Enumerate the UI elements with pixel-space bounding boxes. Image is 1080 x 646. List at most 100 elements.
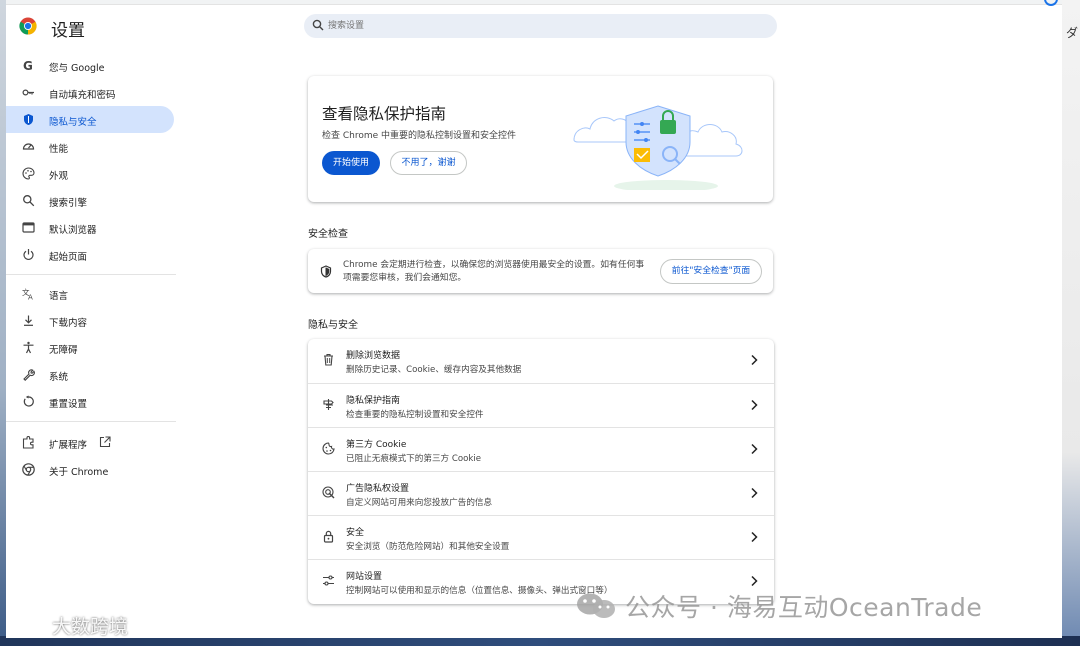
sidebar-item-label: 无障碍 [49, 345, 78, 356]
lock-icon [323, 530, 334, 543]
google-g-icon: G [23, 59, 33, 72]
sidebar-item-label: 隐私与安全 [49, 117, 97, 128]
row-subtitle: 删除历史记录、Cookie、缓存内容及其他数据 [346, 365, 522, 375]
row-title: 广告隐私权设置 [346, 484, 410, 494]
sidebar-item-you-and-google[interactable]: G 您与 Google [6, 52, 174, 79]
row-title: 隐私保护指南 [346, 396, 401, 406]
safety-check-description: Chrome 会定期进行检查，以确保您的浏览器使用最安全的设置。如有任何事项需要… [343, 260, 645, 283]
sidebar-item-label: 起始页面 [49, 252, 88, 263]
sidebar-item-autofill[interactable]: 自动填充和密码 [6, 79, 174, 106]
row-subtitle: 检查重要的隐私控制设置和安全控件 [346, 410, 484, 420]
sidebar-item-on-startup[interactable]: 起始页面 [6, 241, 174, 268]
profile-corner-icon[interactable] [1044, 0, 1058, 6]
sidebar-item-system[interactable]: 系统 [6, 361, 174, 388]
search-box[interactable] [304, 14, 777, 38]
palette-icon [22, 167, 35, 180]
external-link-icon [99, 436, 111, 448]
start-button[interactable]: 开始使用 [322, 151, 380, 175]
sidebar-item-label: 扩展程序 [49, 440, 88, 451]
privacy-security-card: 删除浏览数据 删除历史记录、Cookie、缓存内容及其他数据 隐私保护指南 检查… [308, 339, 774, 604]
chevron-right-icon [751, 443, 758, 455]
row-subtitle: 控制网站可以使用和显示的信息（位置信息、摄像头、弹出式窗口等） [346, 586, 613, 596]
wechat-icon [577, 593, 615, 618]
page-title: 设置 [51, 21, 85, 41]
sidebar-item-label: 重置设置 [49, 399, 88, 410]
chevron-right-icon [751, 399, 758, 411]
shield-check-icon [320, 265, 332, 278]
reset-icon [23, 395, 34, 407]
row-subtitle: 自定义网站可用来向您投放广告的信息 [346, 498, 493, 508]
wrench-icon [23, 369, 35, 381]
chevron-right-icon [751, 575, 758, 587]
row-title: 安全 [346, 528, 365, 538]
sidebar-item-search-engine[interactable]: 搜索引擎 [6, 187, 174, 214]
download-icon [24, 315, 33, 326]
row-subtitle: 安全浏览（防范危险网站）和其他安全设置 [346, 542, 510, 552]
row-title: 第三方 Cookie [346, 440, 407, 450]
sidebar-item-label: 关于 Chrome [49, 467, 109, 478]
sidebar-item-label: 语言 [49, 291, 69, 302]
sidebar-divider [6, 421, 176, 422]
privacy-guide-illustration [573, 105, 743, 190]
safety-check-card: Chrome 会定期进行检查，以确保您的浏览器使用最安全的设置。如有任何事项需要… [308, 249, 773, 293]
chrome-logo-icon [19, 17, 37, 35]
sidebar-item-accessibility[interactable]: 无障碍 [6, 334, 174, 361]
watermark-text: 公众号 · 海易互动OceanTrade [625, 593, 983, 622]
sidebar-item-privacy[interactable]: 隐私与安全 [6, 106, 174, 133]
sidebar-item-appearance[interactable]: 外观 [6, 160, 174, 187]
sidebar-item-performance[interactable]: 性能 [6, 133, 174, 160]
brand-logo-icon [10, 614, 45, 633]
sidebar-item-label: 外观 [49, 171, 69, 182]
sidebar-item-label: 性能 [49, 144, 69, 155]
sidebar-item-reset[interactable]: 重置设置 [6, 388, 174, 415]
sidebar-item-default-browser[interactable]: 默认浏览器 [6, 214, 174, 241]
ad-privacy-icon [322, 486, 335, 499]
row-title: 删除浏览数据 [346, 351, 401, 361]
sidebar-item-label: 默认浏览器 [49, 225, 97, 236]
power-icon [23, 249, 34, 260]
edge-glyph: ダ [1066, 26, 1079, 40]
settings-window: 设置 G 您与 Google 自动填充和密码 隐私与安全 性能 外观 [6, 0, 1062, 638]
sidebar-item-about-chrome[interactable]: 关于 Chrome [6, 456, 174, 483]
row-ad-privacy[interactable]: 广告隐私权设置 自定义网站可用来向您投放广告的信息 [308, 471, 774, 515]
translate-icon: 文A [22, 287, 33, 301]
row-title: 网站设置 [346, 572, 383, 582]
watermark-brand-text: 大数跨境 [52, 616, 129, 638]
safety-check-heading: 安全检查 [308, 229, 348, 240]
search-icon [312, 19, 324, 31]
speedometer-icon [22, 143, 35, 150]
chevron-right-icon [751, 354, 758, 366]
sidebar-item-extensions[interactable]: 扩展程序 [6, 429, 174, 456]
window-top-bar [6, 0, 1062, 6]
sliders-icon [323, 575, 334, 586]
svg-text:G: G [23, 59, 33, 72]
chrome-icon [22, 463, 35, 476]
shield-icon [24, 114, 33, 125]
privacy-security-heading: 隐私与安全 [308, 320, 358, 331]
sidebar-item-label: 搜索引擎 [49, 198, 88, 209]
chevron-right-icon [751, 487, 758, 499]
row-clear-browsing-data[interactable]: 删除浏览数据 删除历史记录、Cookie、缓存内容及其他数据 [308, 339, 774, 383]
privacy-guide-subtitle: 检查 Chrome 中重要的隐私控制设置和安全控件 [322, 131, 517, 141]
sidebar-divider [6, 274, 176, 275]
guide-icon [323, 399, 334, 410]
sidebar-item-downloads[interactable]: 下载内容 [6, 307, 174, 334]
row-third-party-cookies[interactable]: 第三方 Cookie 已阻止无痕模式下的第三方 Cookie [308, 427, 774, 471]
accessibility-icon [23, 341, 34, 354]
row-security[interactable]: 安全 安全浏览（防范危险网站）和其他安全设置 [308, 515, 774, 559]
svg-text:A: A [28, 294, 33, 301]
sidebar-item-label: 系统 [49, 372, 69, 383]
go-to-safety-check-button[interactable]: 前往"安全检查"页面 [660, 259, 762, 284]
sidebar-item-label: 您与 Google [49, 63, 105, 74]
row-privacy-guide[interactable]: 隐私保护指南 检查重要的隐私控制设置和安全控件 [308, 383, 774, 427]
privacy-guide-card: 查看隐私保护指南 检查 Chrome 中重要的隐私控制设置和安全控件 开始使用 … [308, 76, 773, 202]
sidebar-item-label: 下载内容 [49, 318, 88, 329]
search-input[interactable] [328, 18, 758, 34]
privacy-guide-title: 查看隐私保护指南 [322, 105, 447, 123]
sidebar-item-label: 自动填充和密码 [49, 90, 116, 101]
desktop-right-edge: ダ [1062, 0, 1080, 646]
dismiss-button[interactable]: 不用了，谢谢 [390, 151, 467, 175]
sidebar-item-languages[interactable]: 文A 语言 [6, 280, 174, 307]
row-subtitle: 已阻止无痕模式下的第三方 Cookie [346, 454, 482, 464]
cookie-icon [322, 442, 335, 455]
